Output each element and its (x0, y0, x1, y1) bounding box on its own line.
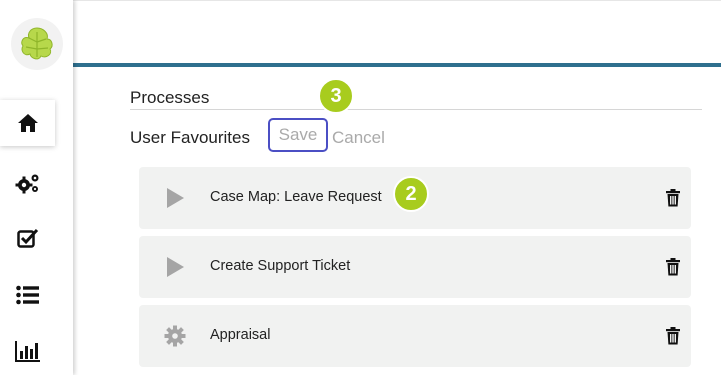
sidebar-item-processes[interactable] (0, 160, 55, 206)
sidebar-item-statistics[interactable] (0, 328, 55, 374)
step-badge-3: 3 (318, 78, 354, 114)
step-badge-2: 2 (393, 176, 429, 212)
top-header (73, 0, 721, 64)
play-icon[interactable] (163, 255, 187, 279)
checkbox-icon (16, 228, 38, 248)
gears-icon (15, 174, 38, 194)
trash-icon[interactable] (665, 189, 681, 207)
gear-icon[interactable] (163, 324, 187, 348)
process-label[interactable]: Appraisal (210, 327, 270, 343)
bar-chart-icon (14, 341, 40, 362)
list-item[interactable]: Create Support Ticket (139, 236, 691, 298)
process-label[interactable]: Case Map: Leave Request (210, 189, 382, 205)
page-title: Processes (130, 88, 210, 107)
sidebar (0, 0, 73, 375)
trash-icon[interactable] (665, 327, 681, 345)
header-accent-line (73, 63, 721, 67)
sidebar-item-tasks[interactable] (0, 215, 55, 261)
ivy-leaf-logo[interactable] (11, 18, 63, 70)
play-icon[interactable] (163, 186, 187, 210)
cancel-button[interactable]: Cancel (332, 128, 385, 148)
list-item[interactable]: Appraisal (139, 305, 691, 367)
trash-icon[interactable] (665, 258, 681, 276)
sidebar-item-home[interactable] (0, 100, 55, 146)
favourites-label: User Favourites (130, 128, 250, 147)
section-divider (130, 109, 702, 110)
home-icon (17, 114, 38, 132)
list-icon (15, 285, 39, 305)
process-label[interactable]: Create Support Ticket (210, 258, 350, 274)
leaf-logo-icon (21, 27, 53, 60)
sidebar-item-cases[interactable] (0, 272, 55, 318)
save-button[interactable]: Save (268, 118, 328, 152)
